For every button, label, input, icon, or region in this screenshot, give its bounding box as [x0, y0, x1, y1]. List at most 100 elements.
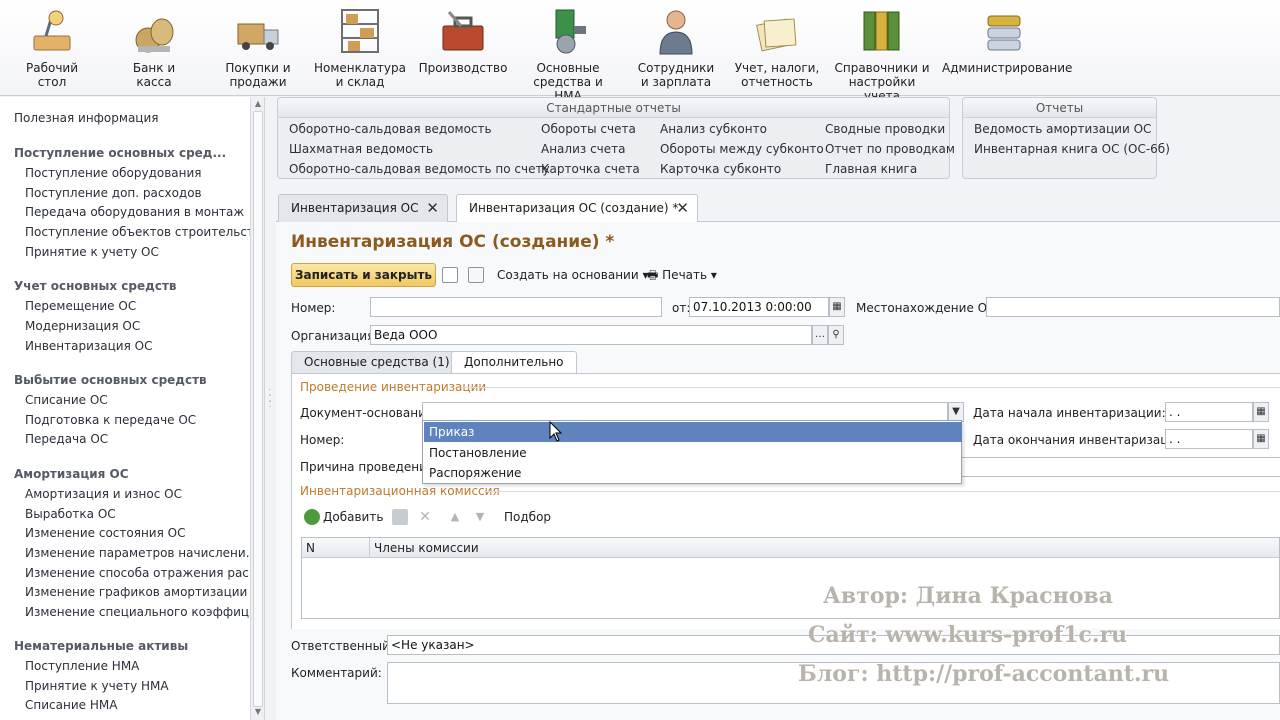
report-link[interactable]: Карточка счета [541, 162, 640, 176]
chevron-down-icon: ▾ [710, 268, 717, 282]
print-button[interactable]: 🖶 Печать ▾ [647, 266, 717, 284]
report-link[interactable]: Обороты между субконто [660, 142, 824, 156]
location-field[interactable] [986, 297, 1280, 317]
nav-item[interactable]: Передача ОС [25, 432, 108, 446]
section-administration[interactable]: Администрирование [942, 0, 1072, 96]
nav-item[interactable]: Принятие к учету ОС [25, 245, 159, 259]
nav-item[interactable]: Принятие к учету НМА [25, 679, 169, 693]
section-accounting-taxes[interactable]: Учет, налоги, отчетность [732, 0, 822, 96]
nav-item[interactable]: Подготовка к передаче ОС [25, 413, 196, 427]
section-references-settings[interactable]: Справочники и настройки учета [832, 0, 932, 103]
move-up-icon[interactable]: ▲ [447, 509, 463, 525]
date-field[interactable]: 07.10.2013 0:00:00 [689, 297, 829, 317]
reason-field[interactable] [958, 457, 1280, 477]
nav-item[interactable]: Изменение состояния ОС [25, 526, 185, 540]
report-link[interactable]: Оборотно-сальдовая ведомость по счету [289, 162, 550, 176]
calendar-icon[interactable]: ▦ [1253, 402, 1269, 422]
calendar-icon[interactable]: ▦ [1253, 429, 1269, 449]
open-search-icon[interactable]: ⚲ [828, 325, 844, 345]
save-close-button[interactable]: Записать и закрыть [291, 263, 436, 287]
commission-table[interactable]: N Члены комиссии [301, 537, 1280, 619]
subtab-fixed-assets[interactable]: Основные средства (1) [291, 351, 463, 373]
nav-item[interactable]: Модернизация ОС [25, 319, 140, 333]
organization-field[interactable]: Веда ООО [370, 325, 812, 345]
tab-inventory-list[interactable]: Инвентаризация ОС ✕ [278, 194, 448, 222]
dropdown-arrow-icon[interactable]: ▼ [948, 402, 964, 422]
nav-useful-info[interactable]: Полезная информация [14, 111, 159, 125]
dropdown-option-directive[interactable]: Распоряжение [424, 463, 962, 483]
delete-icon[interactable]: ✕ [417, 509, 433, 525]
report-link[interactable]: Анализ счета [541, 142, 626, 156]
nav-item[interactable]: Изменение параметров начислени... [25, 546, 250, 560]
close-icon[interactable]: ✕ [426, 195, 439, 221]
section-desktop[interactable]: Рабочий стол [10, 0, 94, 96]
number-field[interactable] [370, 297, 662, 317]
toolbox-icon [442, 11, 484, 51]
subtab-additional[interactable]: Дополнительно [451, 351, 577, 374]
nav-item[interactable]: Передача оборудования в монтаж [25, 205, 244, 219]
report-link[interactable]: Шахматная ведомость [289, 142, 433, 156]
nav-item[interactable]: Изменение способа отражения рас... [25, 566, 250, 580]
nav-item[interactable]: Изменение графиков амортизации ... [25, 585, 250, 599]
save-icon[interactable] [442, 267, 458, 283]
end-date-label: Дата окончания инвентаризации: [973, 433, 1189, 447]
nav-item[interactable]: Поступление доп. расходов [25, 186, 202, 200]
section-bank[interactable]: Банк и касса [118, 0, 190, 96]
select-ellipsis-icon[interactable]: … [812, 325, 828, 345]
doc-basis-field[interactable] [422, 402, 948, 422]
move-down-icon[interactable]: ▼ [472, 509, 488, 525]
section-purchases[interactable]: Покупки и продажи [220, 0, 296, 96]
create-based-button[interactable]: Создать на основании ▾ [497, 266, 649, 284]
nav-item[interactable]: Списание ОС [25, 393, 108, 407]
add-button[interactable]: Добавить [323, 508, 383, 526]
scroll-thumb[interactable] [253, 111, 263, 707]
document-icon[interactable] [468, 267, 484, 283]
nav-item[interactable]: Списание НМА [25, 698, 117, 712]
group-divider [462, 387, 1280, 388]
report-link[interactable]: Ведомость амортизации ОС [974, 122, 1151, 136]
report-link[interactable]: Анализ субконто [660, 122, 767, 136]
number-label: Номер: [291, 301, 336, 315]
pick-button[interactable]: Подбор [504, 508, 551, 526]
section-production[interactable]: Производство [418, 0, 508, 96]
table-header: N Члены комиссии [302, 538, 1279, 558]
start-date-field[interactable]: . . [1165, 402, 1253, 422]
section-employees[interactable]: Сотрудники и зарплата [636, 0, 716, 96]
nav-item[interactable]: Амортизация и износ ОС [25, 487, 182, 501]
standard-reports-caption: Стандартные отчеты [278, 98, 949, 118]
report-link[interactable]: Главная книга [825, 162, 917, 176]
report-link[interactable]: Карточка субконто [660, 162, 781, 176]
dropdown-option-order[interactable]: Приказ [424, 422, 962, 442]
panel-splitter[interactable]: ⁚ ⁚ ⁚ [266, 389, 274, 420]
scroll-down-icon[interactable]: ▼ [253, 707, 263, 717]
nav-item[interactable]: Поступление оборудования [25, 166, 202, 180]
nav-item[interactable]: Выработка ОС [25, 507, 116, 521]
nav-item[interactable]: Поступление объектов строительст... [25, 225, 250, 239]
commission-group-title: Инвентаризационная комиссия [300, 484, 500, 498]
nav-item[interactable]: Перемещение ОС [25, 299, 136, 313]
close-icon[interactable]: ✕ [676, 195, 689, 221]
report-link[interactable]: Инвентарная книга ОС (ОС-6б) [974, 142, 1170, 156]
report-link[interactable]: Отчет по проводкам [825, 142, 955, 156]
tab-inventory-create[interactable]: Инвентаризация ОС (создание) * ✕ [456, 194, 698, 223]
inventory-group-title: Проведение инвентаризации [300, 380, 487, 394]
nav-item[interactable]: Изменение специального коэффиц... [25, 605, 250, 619]
add-icon[interactable] [304, 509, 320, 525]
section-nomenclature[interactable]: Номенклатура и склад [312, 0, 408, 96]
dropdown-option-resolution[interactable]: Постановление [424, 443, 962, 463]
end-date-field[interactable]: . . [1165, 429, 1253, 449]
nav-scrollbar[interactable]: ▲ ▼ [250, 97, 264, 720]
calendar-icon[interactable]: ▦ [829, 297, 845, 317]
date-label: от: [672, 301, 691, 315]
copy-icon[interactable] [392, 509, 408, 525]
report-link[interactable]: Сводные проводки [825, 122, 945, 136]
nav-item[interactable]: Инвентаризация ОС [25, 339, 152, 353]
nav-group-title: Поступление основных сред... [14, 146, 227, 160]
nav-item[interactable]: Поступление НМА [25, 659, 139, 673]
report-link[interactable]: Оборотно-сальдовая ведомость [289, 122, 492, 136]
column-header-number[interactable]: N [302, 538, 370, 558]
section-fixed-assets[interactable]: Основные средства и НМА [518, 0, 618, 103]
scroll-up-icon[interactable]: ▲ [253, 99, 263, 109]
report-link[interactable]: Обороты счета [541, 122, 636, 136]
column-header-members[interactable]: Члены комиссии [370, 538, 479, 558]
